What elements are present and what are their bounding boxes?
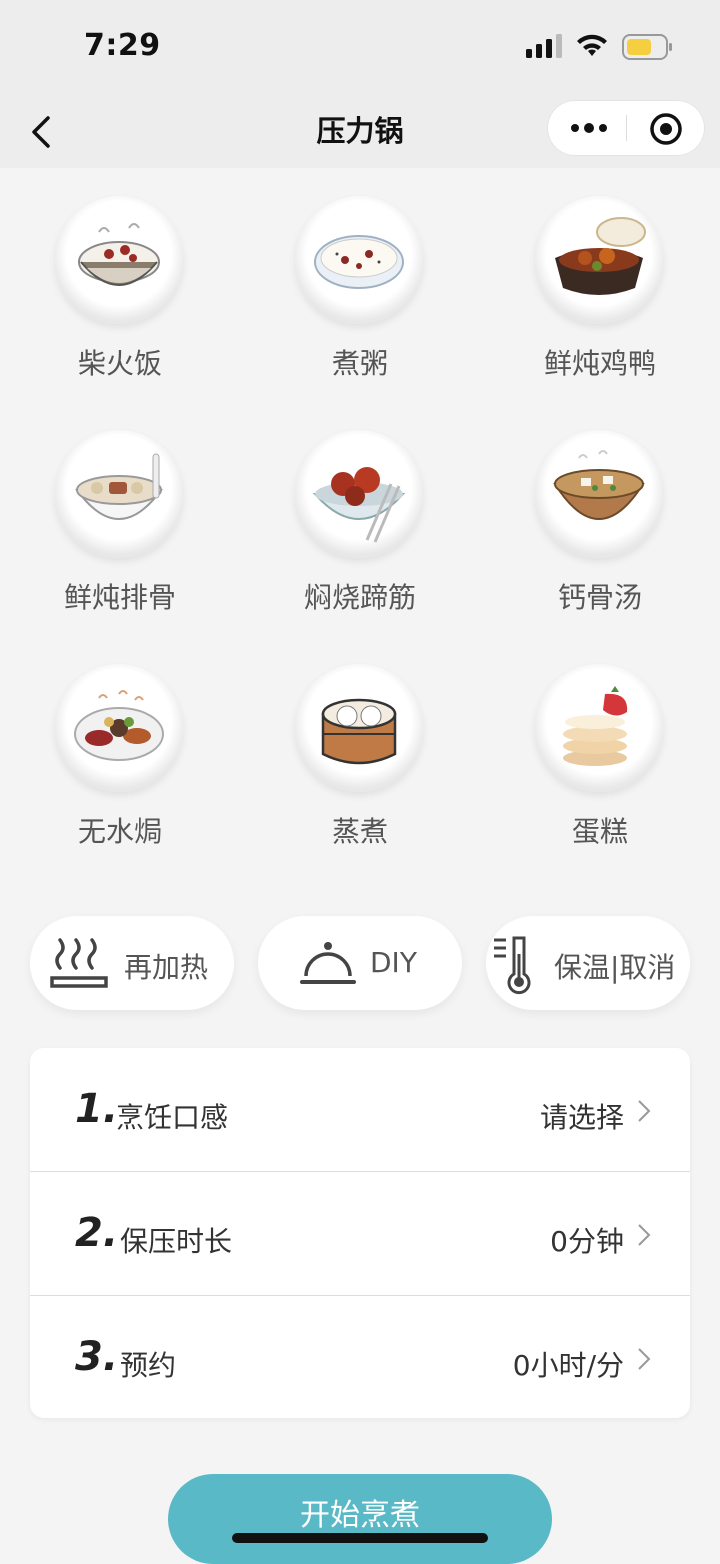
chevron-right-icon (638, 1224, 651, 1246)
porridge-icon (295, 196, 423, 324)
recipe-item-zhengzhu[interactable]: 蒸煮 (240, 658, 480, 878)
waterless-bake-icon (55, 664, 183, 792)
bone-soup-icon (535, 430, 663, 558)
setting-label: 烹饪口感 (116, 1101, 229, 1134)
close-miniprogram-icon[interactable] (649, 112, 683, 146)
signal-icon (526, 34, 562, 58)
battery-icon (622, 34, 672, 60)
setting-value: 0分钟 (550, 1225, 624, 1258)
recipe-item-wushui-ju[interactable]: 无水焗 (0, 658, 240, 878)
nav-bar: 压力锅 (0, 96, 720, 168)
capsule-divider (626, 115, 627, 141)
keep-warm-cancel-button[interactable]: 保温|取消 (486, 916, 690, 1010)
recipe-item-xiandun-jiya[interactable]: 鲜炖鸡鸭 (480, 190, 720, 410)
recipe-item-chaihuofan[interactable]: 柴火饭 (0, 190, 240, 410)
setting-label: 保压时长 (120, 1225, 233, 1258)
recipe-label: 蛋糕 (571, 815, 628, 848)
settings-card: 1. 烹饪口感 请选择 2. 保压时长 0分钟 3. 预约 0小时/分 (30, 1048, 690, 1418)
recipe-item-dangao[interactable]: 蛋糕 (480, 658, 720, 878)
setting-number: 3. (75, 1334, 119, 1380)
setting-label: 预约 (120, 1349, 177, 1382)
setting-row-pressure-time[interactable]: 2. 保压时长 0分钟 (30, 1172, 690, 1295)
mini-program-capsule (547, 100, 705, 156)
reheat-icon (50, 938, 108, 988)
cake-icon (535, 664, 663, 792)
diy-label: DIY (370, 946, 417, 979)
recipe-item-menshao-tijin[interactable]: 焖烧蹄筋 (240, 424, 480, 644)
setting-row-texture[interactable]: 1. 烹饪口感 请选择 (30, 1048, 690, 1171)
more-icon[interactable] (571, 122, 607, 134)
rice-bowl-icon (55, 196, 183, 324)
setting-row-schedule[interactable]: 3. 预约 0小时/分 (30, 1296, 690, 1419)
rib-soup-icon (55, 430, 183, 558)
recipe-label: 鲜炖排骨 (63, 581, 176, 614)
setting-value: 0小时/分 (512, 1349, 624, 1382)
status-bar: 7:29 (0, 0, 720, 96)
clay-pot-chicken-icon (535, 196, 663, 324)
reheat-label: 再加热 (124, 951, 209, 984)
recipe-label: 无水焗 (77, 815, 162, 848)
chevron-right-icon (638, 1348, 651, 1370)
steamer-icon (295, 664, 423, 792)
setting-number: 2. (75, 1210, 119, 1256)
setting-number: 1. (75, 1086, 119, 1132)
recipe-item-xiandun-paigu[interactable]: 鲜炖排骨 (0, 424, 240, 644)
status-time: 7:29 (84, 28, 161, 63)
braised-tendon-icon (295, 430, 423, 558)
recipe-item-gaigu-tang[interactable]: 钙骨汤 (480, 424, 720, 644)
recipe-label: 蒸煮 (331, 815, 388, 848)
thermometer-icon (494, 936, 531, 995)
wifi-icon (577, 34, 607, 56)
start-cooking-button[interactable]: 开始烹煮 (168, 1474, 552, 1564)
recipe-label: 钙骨汤 (557, 581, 642, 614)
setting-value: 请选择 (539, 1101, 624, 1134)
recipe-label: 鲜炖鸡鸭 (543, 347, 656, 380)
cloche-icon (300, 942, 356, 984)
chevron-right-icon (638, 1100, 651, 1122)
home-indicator[interactable] (232, 1533, 488, 1543)
recipe-label: 焖烧蹄筋 (303, 581, 416, 614)
recipe-label: 柴火饭 (77, 347, 162, 380)
diy-button[interactable]: DIY (258, 916, 462, 1010)
keep-warm-label: 保温|取消 (554, 951, 676, 984)
recipe-label: 煮粥 (331, 347, 388, 380)
recipe-item-zhuzhou[interactable]: 煮粥 (240, 190, 480, 410)
reheat-button[interactable]: 再加热 (30, 916, 234, 1010)
